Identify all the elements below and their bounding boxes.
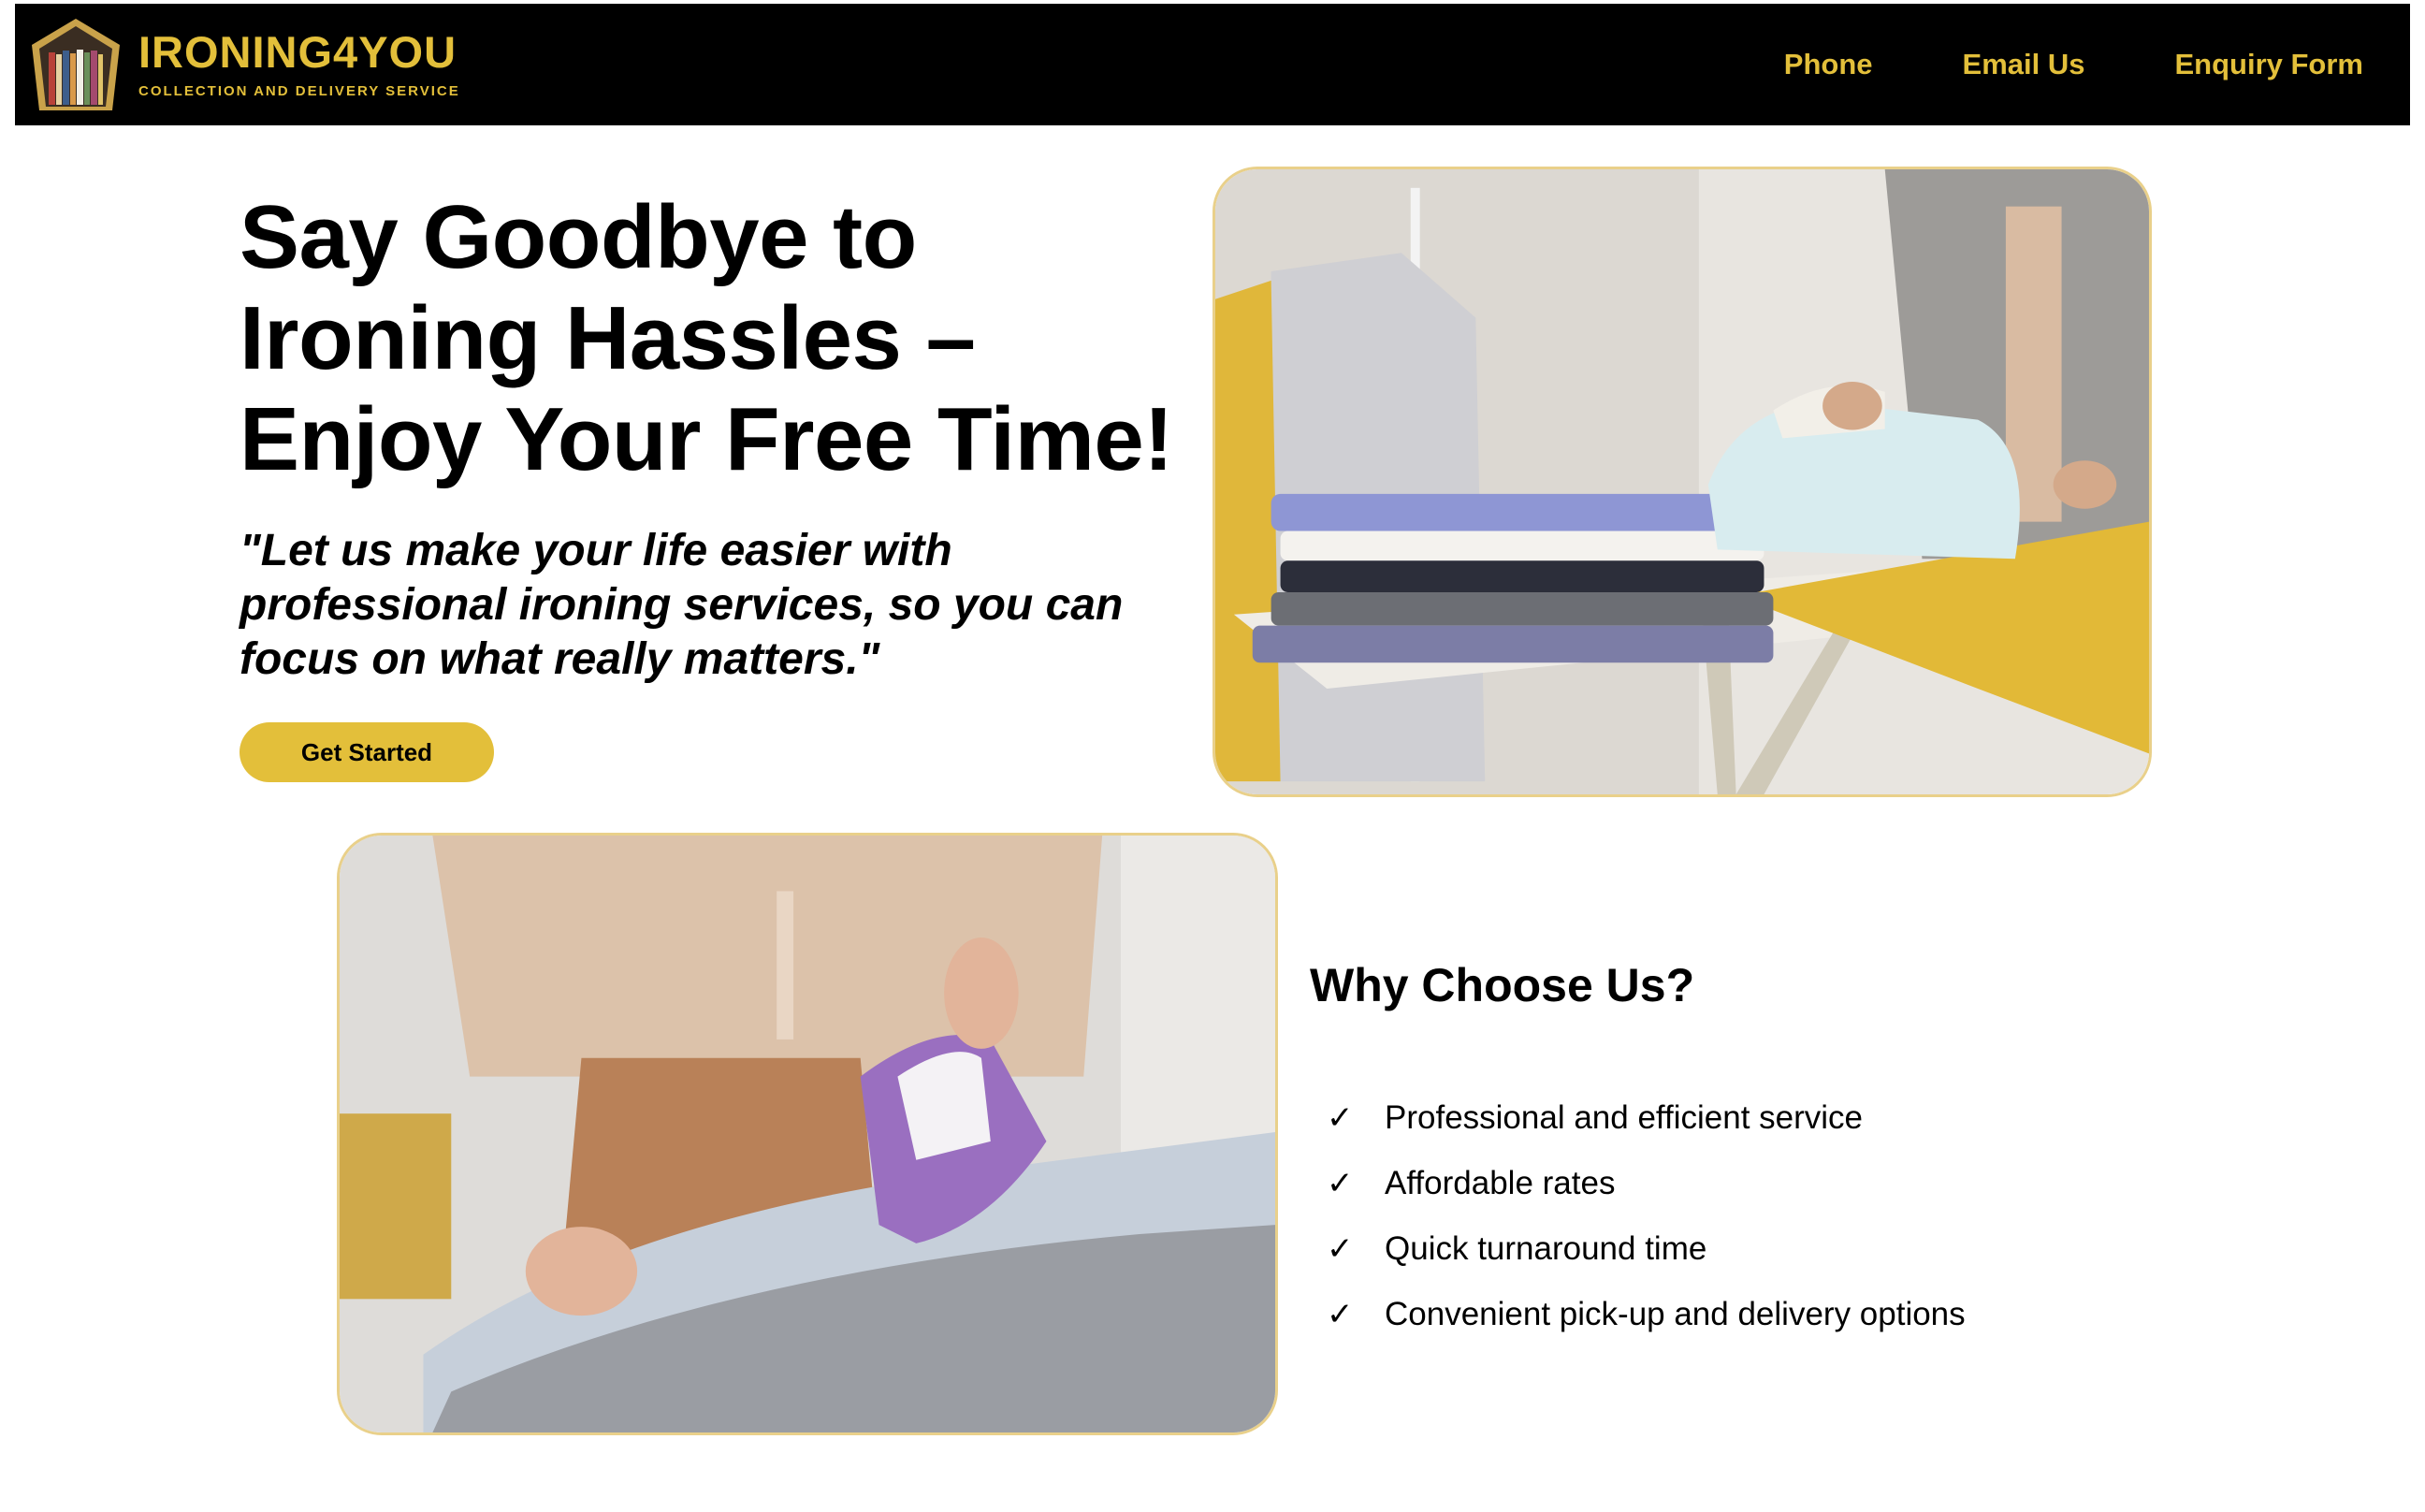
brand-tagline: COLLECTION AND DELIVERY SERVICE	[138, 83, 460, 99]
hero-title: Say Goodbye to Ironing Hassles – Enjoy Y…	[240, 187, 1173, 489]
benefits-list: ✓ Professional and efficient service ✓ A…	[1327, 1085, 1966, 1347]
checkmark-icon: ✓	[1327, 1166, 1354, 1201]
nav-email-link[interactable]: Email Us	[1963, 48, 2085, 81]
checkmark-icon: ✓	[1327, 1297, 1354, 1332]
hero-quote: "Let us make your life easier with profe…	[240, 526, 1124, 684]
nav-phone-link[interactable]: Phone	[1784, 48, 1873, 81]
get-started-button[interactable]: Get Started	[240, 722, 494, 782]
benefit-text: Professional and efficient service	[1385, 1099, 1864, 1136]
checkmark-icon: ✓	[1327, 1231, 1354, 1267]
benefit-text: Affordable rates	[1385, 1165, 1616, 1201]
woman-ironing-photo	[337, 833, 1278, 1435]
main-nav: Phone Email Us Enquiry Form	[1784, 48, 2363, 81]
why-choose-us-heading: Why Choose Us?	[1310, 959, 1695, 1011]
ironing-clothes-photo	[1212, 167, 2152, 797]
checkmark-icon: ✓	[1327, 1100, 1354, 1136]
brand[interactable]: IRONING4YOU COLLECTION AND DELIVERY SERV…	[28, 17, 460, 112]
benefit-text: Quick turnaround time	[1385, 1230, 1707, 1267]
nav-enquiry-form-link[interactable]: Enquiry Form	[2174, 48, 2363, 81]
benefit-text: Convenient pick-up and delivery options	[1385, 1296, 1966, 1332]
list-item: ✓ Professional and efficient service	[1327, 1085, 1966, 1151]
list-item: ✓ Quick turnaround time	[1327, 1216, 1966, 1282]
list-item: ✓ Convenient pick-up and delivery option…	[1327, 1282, 1966, 1347]
logo-icon	[28, 17, 123, 112]
list-item: ✓ Affordable rates	[1327, 1151, 1966, 1216]
brand-name: IRONING4YOU	[138, 27, 457, 77]
site-header: IRONING4YOU COLLECTION AND DELIVERY SERV…	[15, 4, 2410, 125]
